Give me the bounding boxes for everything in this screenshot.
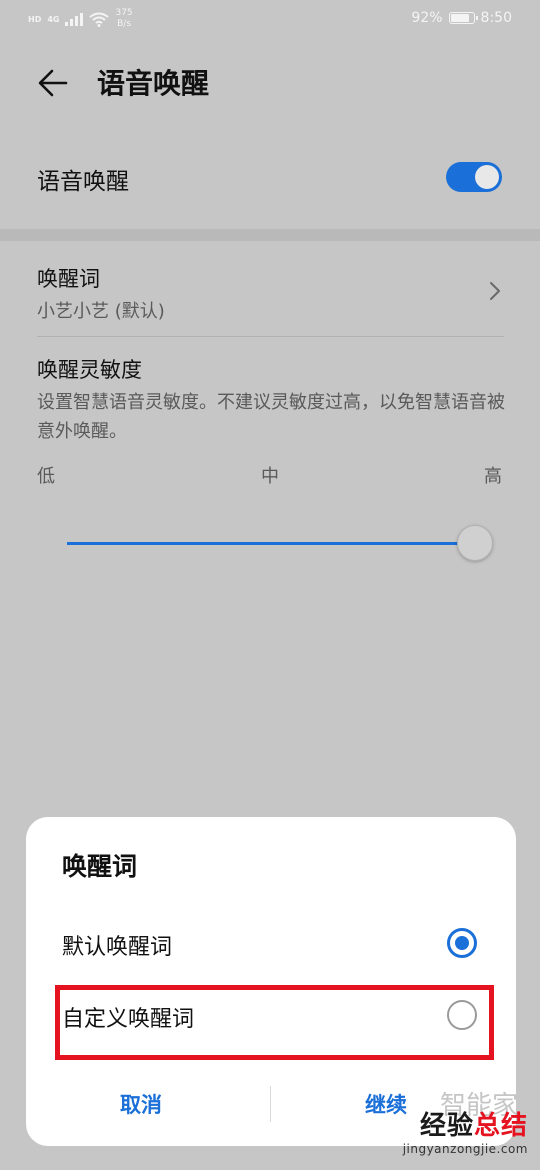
cellular-signal-icon: [65, 12, 84, 26]
battery-percent: 92%: [411, 10, 443, 26]
watermark-text-a: 经验: [419, 1111, 474, 1141]
sensitivity-low-label: 低: [37, 466, 55, 487]
clock: 8:50: [480, 10, 512, 26]
battery-icon: [448, 12, 478, 24]
watermark-text-b: 总结: [473, 1111, 528, 1141]
option-label: 默认唤醒词: [62, 935, 173, 960]
radio-button-custom[interactable]: [447, 1000, 477, 1030]
toggle-knob: [475, 165, 499, 189]
status-left: HD 4G 375 B/s: [28, 8, 133, 30]
page-title: 语音唤醒: [97, 67, 210, 100]
watermark-url: jingyanzongjie.com: [402, 1142, 528, 1156]
app-header: 语音唤醒: [0, 48, 540, 118]
sensitivity-mid-label: 中: [261, 466, 279, 487]
wifi-icon: [89, 12, 110, 27]
voice-wake-toggle[interactable]: [446, 162, 502, 192]
option-custom-wake-word[interactable]: 自定义唤醒词: [26, 979, 516, 1049]
wake-word-row[interactable]: 唤醒词 小艺小艺 (默认): [0, 243, 540, 337]
voice-wake-switch-row[interactable]: 语音唤醒: [0, 140, 540, 215]
status-bar: HD 4G 375 B/s 92% 8:50: [0, 0, 540, 40]
slider-thumb[interactable]: [457, 525, 493, 561]
dialog-title: 唤醒词: [62, 852, 138, 881]
slider-fill: [67, 542, 475, 545]
chevron-right-icon: [490, 282, 500, 300]
sensitivity-description: 设置智慧语音灵敏度。不建议灵敏度过高，以免智慧语音被意外唤醒。: [37, 392, 505, 442]
option-default-wake-word[interactable]: 默认唤醒词: [26, 907, 516, 977]
network-type-indicator: 4G: [47, 14, 60, 24]
cancel-button[interactable]: 取消: [26, 1077, 256, 1133]
status-right: 92% 8:50: [411, 10, 512, 26]
sensitivity-slider[interactable]: [67, 524, 493, 564]
sensitivity-title: 唤醒灵敏度: [37, 358, 142, 382]
wake-word-title: 唤醒词: [37, 267, 100, 291]
section-separator: [0, 229, 540, 241]
option-label: 自定义唤醒词: [62, 1007, 195, 1032]
network-speed-value: 375: [115, 8, 133, 18]
network-speed: 375 B/s: [115, 8, 132, 30]
back-arrow-icon[interactable]: [34, 64, 72, 102]
watermark-title: 经验总结: [403, 1105, 528, 1142]
network-speed-unit: B/s: [117, 19, 132, 29]
sensitivity-high-label: 高: [484, 466, 502, 487]
watermark: 经验总结 jingyanzongjie.com: [403, 1105, 528, 1156]
hd-indicator: HD: [28, 14, 42, 24]
voice-wake-switch-label: 语音唤醒: [37, 169, 129, 195]
radio-button-default[interactable]: [447, 928, 477, 958]
wake-word-value: 小艺小艺 (默认): [37, 301, 165, 322]
row-divider: [37, 336, 504, 337]
